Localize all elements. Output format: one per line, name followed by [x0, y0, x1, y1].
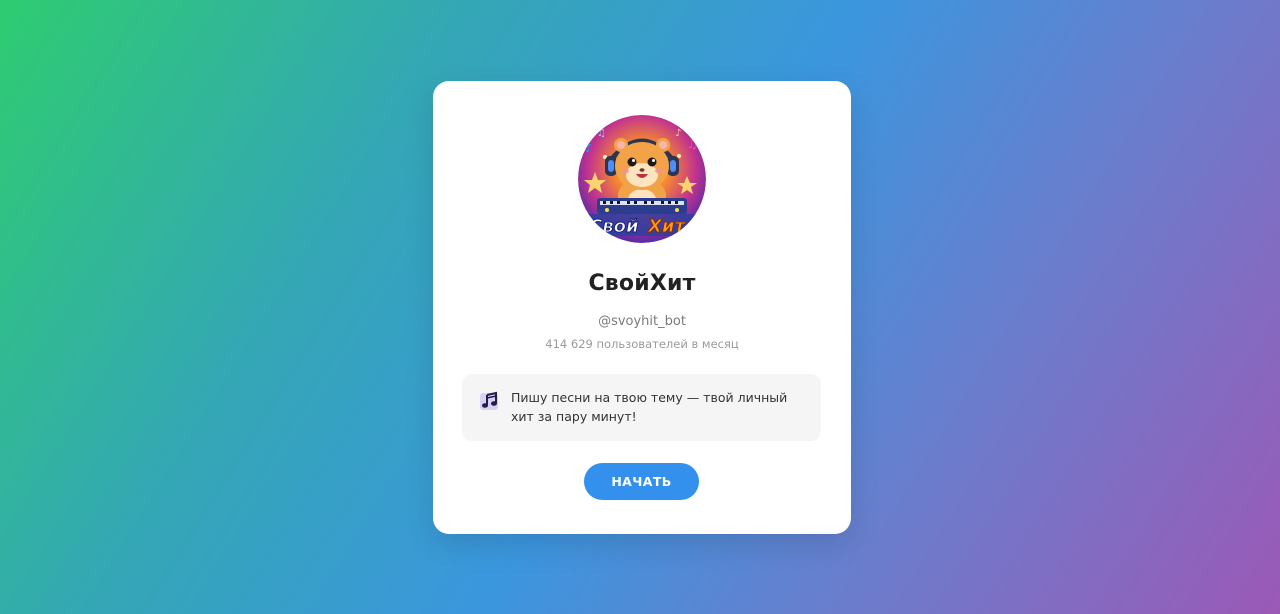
- bot-preview-card: ♪ ♫ ♪ ♫ Свой Хит СвойХит @svoyhit_bot 41…: [433, 81, 851, 534]
- hamster-dj-avatar-icon: ♪ ♫ ♪ ♫ Свой Хит: [576, 113, 708, 245]
- avatar-logo-text-b: Хит: [647, 216, 686, 237]
- musical-notes-icon: [479, 390, 501, 412]
- bot-avatar: ♪ ♫ ♪ ♫ Свой Хит: [575, 112, 709, 246]
- start-button[interactable]: НАЧАТЬ: [584, 463, 699, 500]
- bot-description-box: Пишу песни на твою тему — твой личный хи…: [462, 374, 821, 441]
- bot-name: СвойХит: [588, 271, 696, 296]
- bot-description: Пишу песни на твою тему — твой личный хи…: [511, 390, 788, 424]
- monthly-users-count: 414 629 пользователей в месяц: [545, 337, 739, 351]
- svg-text:♪: ♪: [675, 128, 681, 139]
- bot-username: @svoyhit_bot: [598, 314, 686, 329]
